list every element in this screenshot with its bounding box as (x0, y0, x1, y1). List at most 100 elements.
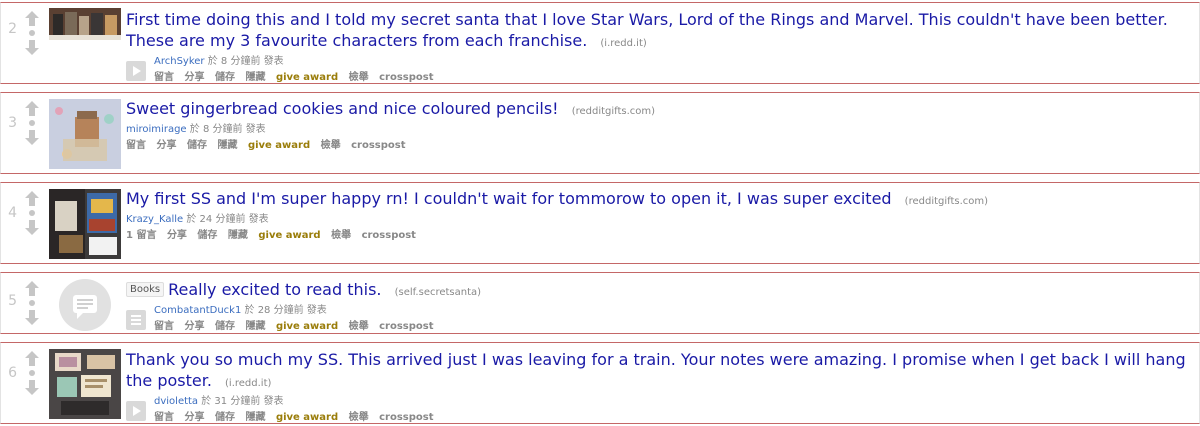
save-link[interactable]: 儲存 (215, 321, 235, 332)
post-time: 於 24 分鐘前 發表 (186, 214, 269, 225)
upvote-arrow-icon[interactable] (24, 351, 40, 366)
post-domain[interactable]: (redditgifts.com) (905, 196, 988, 207)
post-domain[interactable]: (i.redd.it) (600, 38, 646, 49)
thumbnail-image (49, 8, 121, 40)
report-link[interactable]: 檢舉 (321, 140, 341, 151)
expando-button[interactable] (126, 310, 146, 330)
crosspost-link[interactable]: crosspost (379, 72, 433, 83)
report-link[interactable]: 檢舉 (349, 412, 369, 423)
upvote-arrow-icon[interactable] (24, 101, 40, 116)
report-link[interactable]: 檢舉 (349, 321, 369, 332)
comments-link[interactable]: 留言 (126, 140, 146, 151)
post-title-link[interactable]: My first SS and I'm super happy rn! I co… (126, 189, 892, 208)
post-entry: Sweet gingerbread cookies and nice colou… (126, 98, 1191, 153)
comments-link[interactable]: 留言 (154, 72, 174, 83)
crosspost-link[interactable]: crosspost (379, 321, 433, 332)
comments-link[interactable]: 1 留言 (126, 230, 156, 241)
post-meta: dvioletta 於 31 分鐘前 發表 留言 分享 儲存 隱藏 give a… (126, 395, 1191, 425)
save-link[interactable]: 儲存 (187, 140, 207, 151)
hide-link[interactable]: 隱藏 (217, 140, 237, 151)
post-entry: Thank you so much my SS. This arrived ju… (126, 349, 1191, 425)
post-meta: miroimirage 於 8 分鐘前 發表 留言 分享 儲存 隱藏 give … (126, 123, 1191, 153)
give-award-link[interactable]: give award (276, 72, 338, 83)
post-rank: 6 (8, 365, 17, 381)
crosspost-link[interactable]: crosspost (362, 230, 416, 241)
crosspost-link[interactable]: crosspost (351, 140, 405, 151)
hide-link[interactable]: 隱藏 (245, 412, 265, 423)
post-author[interactable]: Krazy_Kalle (126, 214, 183, 225)
post-title-line: Sweet gingerbread cookies and nice colou… (126, 98, 1191, 122)
upvote-arrow-icon[interactable] (24, 11, 40, 26)
post-domain[interactable]: (i.redd.it) (225, 378, 271, 389)
post-thumbnail[interactable] (49, 349, 121, 419)
post-entry: My first SS and I'm super happy rn! I co… (126, 188, 1191, 243)
post-actions: 留言 分享 儲存 隱藏 give award 檢舉 crosspost (154, 319, 1191, 334)
play-icon (133, 66, 141, 76)
post-title-link[interactable]: Really excited to read this. (168, 280, 381, 299)
share-link[interactable]: 分享 (156, 140, 176, 151)
crosspost-link[interactable]: crosspost (379, 412, 433, 423)
post-item: 2 First time doing this and I told my se… (0, 2, 1200, 84)
downvote-arrow-icon[interactable] (24, 310, 40, 325)
downvote-arrow-icon[interactable] (24, 130, 40, 145)
score-dot-icon (29, 120, 35, 126)
score-dot-icon (29, 300, 35, 306)
report-link[interactable]: 檢舉 (349, 72, 369, 83)
downvote-arrow-icon[interactable] (24, 220, 40, 235)
post-title-link[interactable]: Sweet gingerbread cookies and nice colou… (126, 99, 559, 118)
hide-link[interactable]: 隱藏 (228, 230, 248, 241)
save-link[interactable]: 儲存 (197, 230, 217, 241)
hide-link[interactable]: 隱藏 (245, 72, 265, 83)
post-actions: 1 留言 分享 儲存 隱藏 give award 檢舉 crosspost (126, 228, 1191, 243)
post-domain[interactable]: (redditgifts.com) (572, 106, 655, 117)
downvote-arrow-icon[interactable] (24, 380, 40, 395)
share-link[interactable]: 分享 (184, 412, 204, 423)
comments-link[interactable]: 留言 (154, 321, 174, 332)
give-award-link[interactable]: give award (258, 230, 320, 241)
post-actions: 留言 分享 儲存 隱藏 give award 檢舉 crosspost (154, 410, 1191, 425)
vote-controls (23, 351, 41, 395)
post-item: 4 My first SS and I'm super happy rn! I … (0, 182, 1200, 264)
downvote-arrow-icon[interactable] (24, 40, 40, 55)
post-thumbnail[interactable] (49, 277, 121, 333)
comments-link[interactable]: 留言 (154, 412, 174, 423)
save-link[interactable]: 儲存 (215, 412, 235, 423)
post-rank: 5 (8, 293, 17, 309)
report-link[interactable]: 檢舉 (331, 230, 351, 241)
post-meta: Krazy_Kalle 於 24 分鐘前 發表 1 留言 分享 儲存 隱藏 gi… (126, 213, 1191, 243)
vote-controls (23, 281, 41, 325)
post-entry: First time doing this and I told my secr… (126, 9, 1191, 85)
post-domain[interactable]: (self.secretsanta) (395, 287, 481, 298)
post-tagline: Krazy_Kalle 於 24 分鐘前 發表 (126, 213, 1191, 227)
post-thumbnail[interactable] (49, 8, 121, 40)
post-author[interactable]: ArchSyker (154, 56, 205, 67)
give-award-link[interactable]: give award (276, 412, 338, 423)
post-title-link[interactable]: Thank you so much my SS. This arrived ju… (126, 350, 1186, 390)
post-thumbnail[interactable] (49, 99, 121, 169)
give-award-link[interactable]: give award (276, 321, 338, 332)
post-thumbnail[interactable] (49, 189, 121, 259)
thumbnail-image (49, 349, 121, 419)
post-title-line: My first SS and I'm super happy rn! I co… (126, 188, 1191, 212)
upvote-arrow-icon[interactable] (24, 281, 40, 296)
thumbnail-image (49, 189, 121, 259)
post-item: 5 Books Really excited to read this. (sel… (0, 272, 1200, 334)
share-link[interactable]: 分享 (167, 230, 187, 241)
upvote-arrow-icon[interactable] (24, 191, 40, 206)
save-link[interactable]: 儲存 (215, 72, 235, 83)
post-author[interactable]: miroimirage (126, 124, 187, 135)
expando-button[interactable] (126, 61, 146, 81)
give-award-link[interactable]: give award (248, 140, 310, 151)
post-author[interactable]: CombatantDuck1 (154, 305, 241, 316)
post-title-line: Books Really excited to read this. (self.… (126, 279, 1191, 303)
self-post-icon (59, 279, 111, 331)
hide-link[interactable]: 隱藏 (245, 321, 265, 332)
post-meta: ArchSyker 於 8 分鐘前 發表 留言 分享 儲存 隱藏 give aw… (126, 55, 1191, 85)
vote-controls (23, 101, 41, 145)
post-item: 6 Thank you so much my SS. This arrived … (0, 342, 1200, 424)
share-link[interactable]: 分享 (184, 321, 204, 332)
post-author[interactable]: dvioletta (154, 396, 198, 407)
share-link[interactable]: 分享 (184, 72, 204, 83)
post-time: 於 28 分鐘前 發表 (244, 305, 327, 316)
expando-button[interactable] (126, 401, 146, 421)
